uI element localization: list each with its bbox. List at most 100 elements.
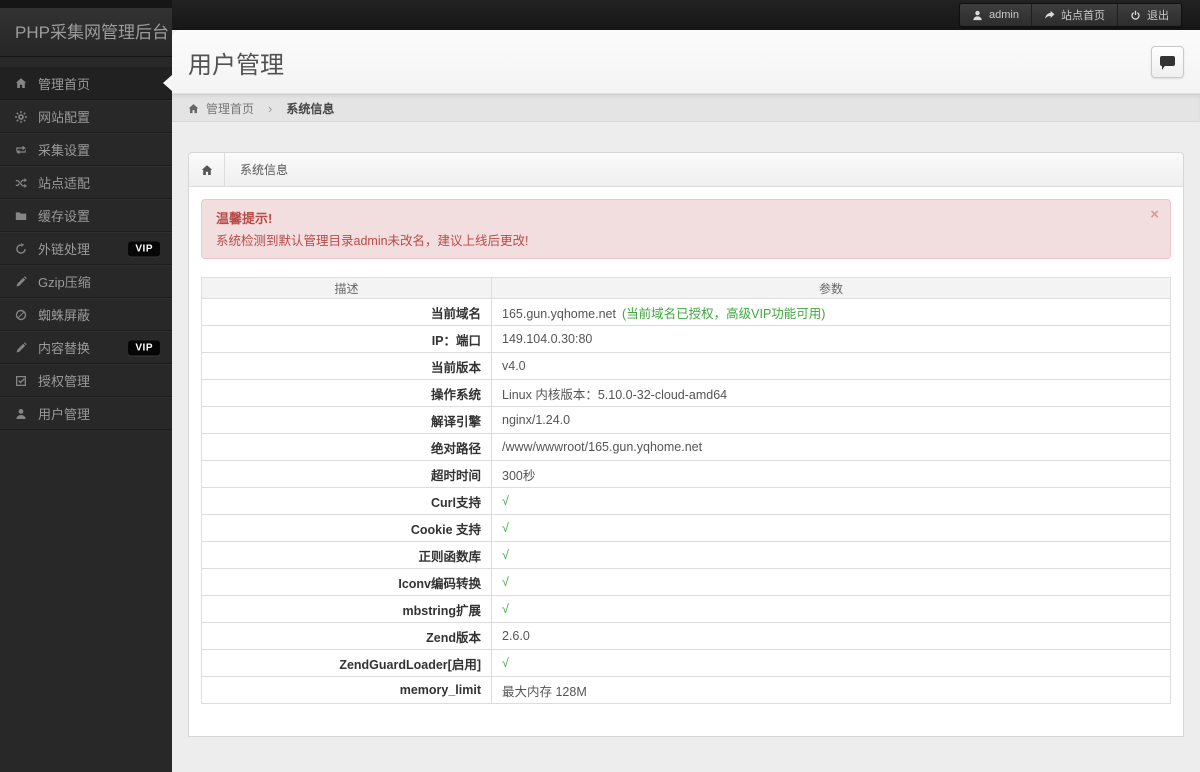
row-value: v4.0: [491, 352, 1171, 380]
sidebar-item-3[interactable]: 站点适配: [0, 166, 172, 199]
row-value: √: [491, 595, 1171, 623]
pencil-icon: [15, 275, 29, 288]
panel-header: 系统信息: [189, 153, 1183, 187]
chevron-right-icon: ›: [268, 100, 273, 116]
sidebar-item-1[interactable]: 网站配置: [0, 100, 172, 133]
close-icon[interactable]: ×: [1150, 207, 1159, 222]
sidebar-item-label: 网站配置: [38, 110, 91, 125]
row-label: memory_limit: [201, 676, 492, 704]
row-label: 正则函数库: [201, 541, 492, 569]
row-label: 当前域名: [201, 298, 492, 326]
share-icon: [1044, 10, 1055, 21]
row-label: IP：端口: [201, 325, 492, 353]
power-icon: [1130, 10, 1141, 21]
alert-message: 系统检测到默认管理目录admin未改名，建议上线后更改!: [216, 234, 529, 248]
row-label: mbstring扩展: [201, 595, 492, 623]
row-value: nginx/1.24.0: [491, 406, 1171, 434]
topbar-button-label: 退出: [1147, 10, 1169, 22]
table-row: Zend版本 2.6.0: [201, 622, 1171, 650]
column-header-parameter: 参数: [491, 277, 1171, 299]
system-info-table: 描述 参数 当前域名 165.gun.yqhome.net (当前域名已授权，高级V…: [201, 277, 1171, 704]
edit-icon: [15, 341, 29, 354]
topbar-button-label: admin: [989, 9, 1019, 21]
row-value: Linux 内核版本：5.10.0-32-cloud-amd64: [491, 379, 1171, 407]
sidebar-item-label: 内容替换: [38, 341, 91, 356]
home-icon[interactable]: [189, 153, 225, 186]
sidebar-nav: 管理首页网站配置采集设置站点适配缓存设置外链处理 VIP Gzip压缩蜘蛛屏蔽内容替…: [0, 57, 172, 430]
system-info-panel: 系统信息 温馨提示! 系统检测到默认管理目录admin未改名，建议上线后更改! …: [188, 152, 1184, 737]
sidebar-item-8[interactable]: 内容替换 VIP: [0, 331, 172, 364]
page-header: 用户管理: [172, 30, 1200, 94]
sidebar-item-4[interactable]: 缓存设置: [0, 199, 172, 232]
app-window: PHP采集网管理后台 管理首页网站配置采集设置站点适配缓存设置外链处理 VIP Gz…: [0, 0, 1200, 772]
sidebar-item-label: 用户管理: [38, 407, 91, 422]
sidebar-item-10[interactable]: 用户管理: [0, 397, 172, 430]
row-value: √: [491, 649, 1171, 677]
table-row: 绝对路径/www/wwwroot/165.gun.yqhome.net: [201, 433, 1171, 461]
table-row: IP：端口 149.104.0.30:80: [201, 325, 1171, 353]
shuffle-icon: [15, 177, 29, 189]
sidebar-item-label: 蜘蛛屏蔽: [38, 308, 91, 323]
sidebar-item-label: 站点适配: [38, 176, 91, 191]
row-value: /www/wwwroot/165.gun.yqhome.net: [491, 433, 1171, 461]
row-value: 165.gun.yqhome.net (当前域名已授权，高级VIP功能可用): [491, 298, 1171, 326]
breadcrumb-home-link[interactable]: 管理首页: [206, 100, 254, 117]
row-label: 操作系统: [201, 379, 492, 407]
table-row: mbstring扩展 √: [201, 595, 1171, 623]
sidebar-item-label: 授权管理: [38, 374, 91, 389]
row-value: √: [491, 487, 1171, 515]
table-row: Curl支持 √: [201, 487, 1171, 515]
row-label: 绝对路径: [201, 433, 492, 461]
row-value: 300秒: [491, 460, 1171, 488]
gear-icon: [15, 110, 29, 123]
topbar-button-label: 站点首页: [1061, 10, 1105, 22]
row-label: Curl支持: [201, 487, 492, 515]
topbar-button-1[interactable]: 站点首页: [1031, 4, 1117, 26]
vip-badge: VIP: [128, 340, 160, 355]
tab-system-info[interactable]: 系统信息: [225, 153, 303, 186]
table-row: 当前域名 165.gun.yqhome.net (当前域名已授权，高级VIP功能可用…: [201, 298, 1171, 326]
user-icon: [15, 408, 29, 420]
table-row: memory_limit 最大内存 128M: [201, 676, 1171, 704]
breadcrumb: 管理首页 › 系统信息: [172, 94, 1200, 122]
home-icon: [15, 77, 29, 89]
table-row: Cookie 支持 √: [201, 514, 1171, 542]
row-value: 149.104.0.30:80: [491, 325, 1171, 353]
sidebar: PHP采集网管理后台 管理首页网站配置采集设置站点适配缓存设置外链处理 VIP Gz…: [0, 0, 172, 772]
row-label: 超时时间: [201, 460, 492, 488]
comment-button[interactable]: [1151, 46, 1184, 78]
spider-block-icon: [15, 309, 29, 321]
sidebar-item-2[interactable]: 采集设置: [0, 133, 172, 166]
row-value: √: [491, 541, 1171, 569]
folder-icon: [15, 210, 29, 222]
row-label: 解译引擎: [201, 406, 492, 434]
table-row: Iconv编码转换 √: [201, 568, 1171, 596]
breadcrumb-current: 系统信息: [286, 101, 335, 116]
main-area: admin 站点首页 退出 用户管理 管理首页 › 系统信息 系统信息 温馨提示…: [172, 0, 1200, 772]
topbar-button-0[interactable]: admin: [960, 4, 1031, 26]
sidebar-item-7[interactable]: 蜘蛛屏蔽: [0, 298, 172, 331]
panel-body: 温馨提示! 系统检测到默认管理目录admin未改名，建议上线后更改! × 描述 …: [189, 187, 1183, 716]
row-label: Zend版本: [201, 622, 492, 650]
sidebar-item-5[interactable]: 外链处理 VIP: [0, 232, 172, 265]
sidebar-item-9[interactable]: 授权管理: [0, 364, 172, 397]
topbar-button-2[interactable]: 退出: [1117, 4, 1181, 26]
sidebar-item-label: 缓存设置: [38, 209, 91, 224]
row-value: 最大内存 128M: [491, 676, 1171, 704]
sidebar-top-strip: [0, 0, 172, 8]
topbar-button-group: admin 站点首页 退出: [959, 3, 1182, 27]
row-label: Cookie 支持: [201, 514, 492, 542]
sidebar-item-6[interactable]: Gzip压缩: [0, 265, 172, 298]
vip-badge: VIP: [128, 241, 160, 256]
alert-title: 温馨提示!: [216, 211, 273, 226]
row-value-note: (当前域名已授权，高级VIP功能可用): [621, 306, 826, 321]
home-icon: [188, 103, 199, 114]
topbar: admin 站点首页 退出: [172, 0, 1200, 30]
app-logo: PHP采集网管理后台: [0, 8, 172, 57]
sidebar-item-label: 采集设置: [38, 143, 91, 158]
sidebar-item-0[interactable]: 管理首页: [0, 67, 172, 100]
user-icon: [972, 10, 983, 21]
collect-icon: [15, 144, 29, 156]
sidebar-item-label: 外链处理: [38, 242, 91, 257]
column-header-description: 描述: [201, 277, 492, 299]
